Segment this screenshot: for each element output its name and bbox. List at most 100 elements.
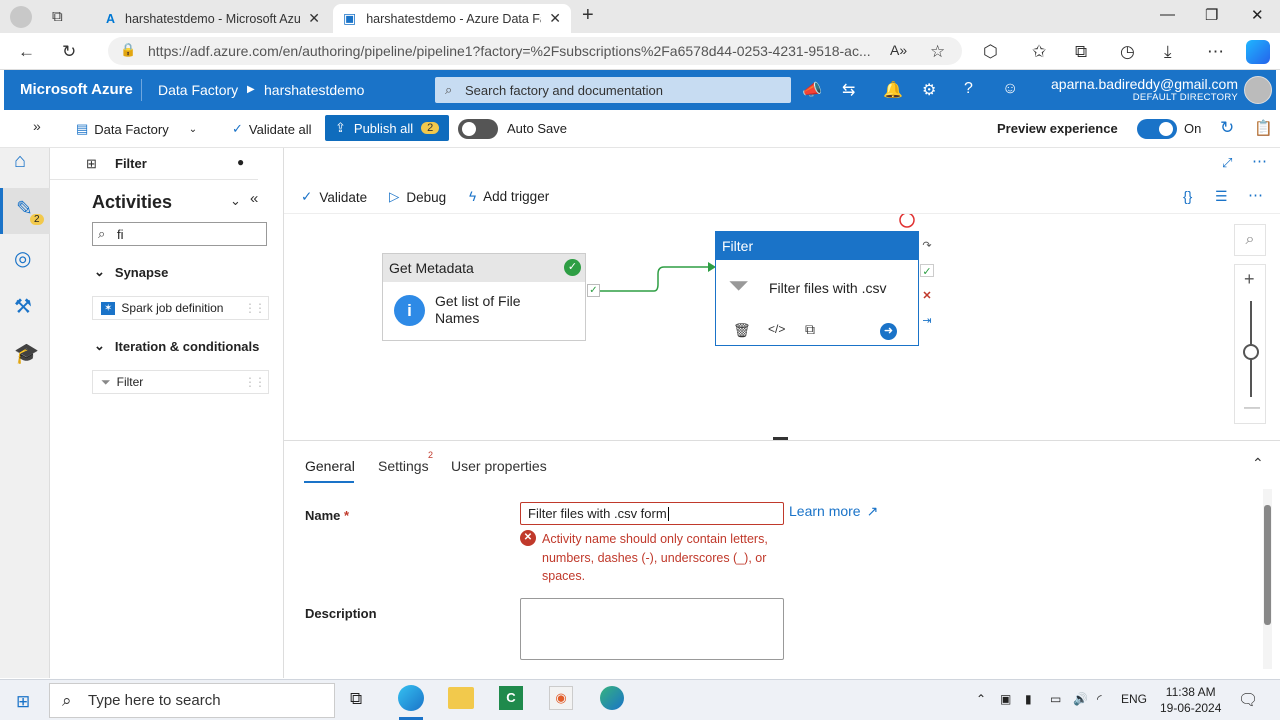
feedback-icon[interactable]: ☺ xyxy=(1002,80,1018,98)
close-tab-icon[interactable]: ✕ xyxy=(308,10,320,27)
preview-toggle[interactable] xyxy=(1137,119,1177,139)
monitor-icon[interactable]: ◎ xyxy=(14,246,38,270)
auto-save-toggle[interactable] xyxy=(458,119,498,139)
get-metadata-activity[interactable]: Get Metadata ✓ i Get list of File Names xyxy=(382,253,586,341)
tab-settings[interactable]: Settings xyxy=(378,458,429,474)
refresh-icon[interactable]: ↻ xyxy=(62,42,76,62)
volume-icon[interactable]: 🔊 xyxy=(1073,692,1088,706)
brand-name[interactable]: Microsoft Azure xyxy=(20,81,133,98)
publish-all-button[interactable]: ⇪ Publish all 2 xyxy=(325,115,449,141)
activity-name-input[interactable]: Filter files with .csv form xyxy=(520,502,784,525)
skip-output-icon[interactable]: ↷ xyxy=(920,239,934,252)
settings-gear-icon[interactable]: ⚙ xyxy=(922,80,936,100)
validate-button[interactable]: ✓ Validate xyxy=(301,189,367,205)
copilot-icon[interactable] xyxy=(1246,40,1270,64)
announcement-icon[interactable]: 📣 xyxy=(802,80,822,100)
downloads-icon[interactable]: ⤓ xyxy=(1164,42,1172,62)
more-options-icon[interactable]: ⋯ xyxy=(1248,186,1263,204)
wifi-icon[interactable]: ◜ xyxy=(1097,692,1102,706)
more-icon[interactable]: ⋯ xyxy=(1207,42,1224,62)
recorder-icon[interactable]: ◉ xyxy=(549,686,573,710)
file-explorer-icon[interactable] xyxy=(448,687,474,709)
workspaces-icon[interactable]: ⧉ xyxy=(52,8,63,25)
activity-spark-job-definition[interactable]: ✶ Spark job definition ⋮⋮ xyxy=(92,296,269,320)
clipboard-icon[interactable]: 📋 xyxy=(1254,119,1273,137)
pipeline-tab[interactable]: ⊞ Filter ● xyxy=(50,148,258,180)
minimize-icon[interactable]: — xyxy=(1160,6,1175,23)
breadcrumb-data-factory[interactable]: Data Factory xyxy=(158,82,238,98)
zoom-in-icon[interactable]: + xyxy=(1244,269,1255,290)
zoom-search-icon[interactable]: ⌕ xyxy=(1234,224,1266,256)
properties-icon[interactable]: ☰ xyxy=(1215,188,1228,205)
learning-center-icon[interactable]: 🎓 xyxy=(14,341,39,365)
collapse-all-icon[interactable]: ⌄ xyxy=(230,193,241,209)
back-icon[interactable]: ← xyxy=(18,42,35,62)
tab-user-properties[interactable]: User properties xyxy=(451,458,547,474)
avatar[interactable] xyxy=(1244,76,1272,104)
more-options-icon[interactable]: ⋯ xyxy=(1252,152,1267,170)
meet-now-icon[interactable]: ▣ xyxy=(1000,692,1011,706)
history-icon[interactable]: ◷ xyxy=(1120,42,1135,62)
close-window-icon[interactable]: ✕ xyxy=(1251,6,1264,24)
favorite-star-icon[interactable]: ☆ xyxy=(930,42,945,62)
arrow-right-icon[interactable]: ➜ xyxy=(880,323,897,340)
code-braces-icon[interactable]: {} xyxy=(1183,188,1192,204)
globe-app-icon[interactable] xyxy=(600,686,624,710)
restore-icon[interactable]: ❐ xyxy=(1205,6,1218,24)
drag-handle-icon[interactable]: ⋮⋮ xyxy=(244,301,266,315)
factory-search-input[interactable]: ⌕ Search factory and documentation xyxy=(435,77,791,103)
network-icon[interactable]: ▭ xyxy=(1050,692,1061,706)
zoom-slider-handle[interactable] xyxy=(1243,344,1259,360)
factory-selector[interactable]: ▤ Data Factory ⌄ xyxy=(76,121,197,137)
pipeline-canvas[interactable]: Get Metadata ✓ i Get list of File Names … xyxy=(284,214,1280,440)
notification-center-icon[interactable]: 🗨 xyxy=(1238,690,1258,710)
switch-directory-icon[interactable]: ⇆ xyxy=(842,80,855,100)
close-tab-icon[interactable]: ✕ xyxy=(549,10,561,27)
profile-avatar-icon[interactable] xyxy=(10,6,32,28)
add-trigger-button[interactable]: ϟ Add trigger xyxy=(469,189,549,204)
battery-icon[interactable]: ▮ xyxy=(1025,692,1032,706)
success-output-icon[interactable]: ✓ xyxy=(920,264,934,278)
new-tab-icon[interactable]: + xyxy=(582,4,594,27)
group-synapse[interactable]: ⌄ Synapse xyxy=(94,264,168,280)
description-textarea[interactable] xyxy=(520,598,784,660)
url-field[interactable]: 🔒 https://adf.azure.com/en/authoring/pip… xyxy=(108,37,962,65)
activity-filter[interactable]: ⏷ Filter ⋮⋮ xyxy=(92,370,269,394)
filter-activity[interactable]: Filter ⏷ Filter files with .csv 🗑 </> ⧉ … xyxy=(715,231,919,346)
clock[interactable]: 11:38 AM 19-06-2024 xyxy=(1160,684,1221,716)
camtasia-icon[interactable]: C xyxy=(499,686,523,710)
learn-more-link[interactable]: Learn more ↗ xyxy=(789,503,878,520)
expand-canvas-icon[interactable]: ⤢ xyxy=(1222,155,1232,171)
language-indicator[interactable]: ENG xyxy=(1121,692,1147,706)
scrollbar-thumb[interactable] xyxy=(1264,505,1271,625)
validate-all-button[interactable]: ✓ Validate all xyxy=(232,121,312,137)
drag-handle-icon[interactable]: ⋮⋮ xyxy=(244,375,266,389)
home-icon[interactable]: ⌂ xyxy=(14,150,38,174)
browser-tab-1[interactable]: A harshatestdemo - Microsoft Azur ✕ xyxy=(96,4,330,33)
expand-nav-icon[interactable]: » xyxy=(33,118,41,134)
tab-general[interactable]: General xyxy=(305,458,355,474)
copy-icon[interactable]: ⧉ xyxy=(805,321,815,338)
group-iteration-conditionals[interactable]: ⌄ Iteration & conditionals xyxy=(94,338,259,354)
manage-toolbox-icon[interactable]: ⚒ xyxy=(14,294,38,318)
task-view-icon[interactable]: ⧉ xyxy=(350,689,362,709)
refresh-icon[interactable]: ↻ xyxy=(1220,118,1234,138)
collapse-panel-icon[interactable]: « xyxy=(250,190,258,207)
user-account[interactable]: aparna.badireddy@gmail.com DEFAULT DIREC… xyxy=(1051,76,1238,103)
collapse-panel-icon[interactable]: ⌃ xyxy=(1252,455,1264,472)
help-icon[interactable]: ? xyxy=(964,80,973,98)
favorites-icon[interactable]: ✩ xyxy=(1032,42,1046,62)
failure-output-icon[interactable]: ✕ xyxy=(920,289,934,302)
taskbar-search-input[interactable]: ⌕ Type here to search xyxy=(49,683,335,718)
collections-icon[interactable]: ⧉ xyxy=(1075,42,1087,62)
read-aloud-icon[interactable]: A» xyxy=(890,42,907,58)
browser-tab-2[interactable]: ▣ harshatestdemo - Azure Data Fac ✕ xyxy=(333,4,571,33)
notifications-bell-icon[interactable]: 🔔 xyxy=(883,80,903,100)
activities-search-input[interactable]: ⌕ fi xyxy=(92,222,267,246)
breadcrumb-factory-name[interactable]: harshatestdemo xyxy=(264,82,364,98)
edge-browser-icon[interactable] xyxy=(398,685,424,711)
extensions-icon[interactable]: ⬡ xyxy=(983,42,998,62)
zoom-out-icon[interactable]: — xyxy=(1244,399,1260,417)
delete-trash-icon[interactable]: 🗑 xyxy=(733,322,751,339)
success-output-icon[interactable]: ✓ xyxy=(587,284,600,297)
